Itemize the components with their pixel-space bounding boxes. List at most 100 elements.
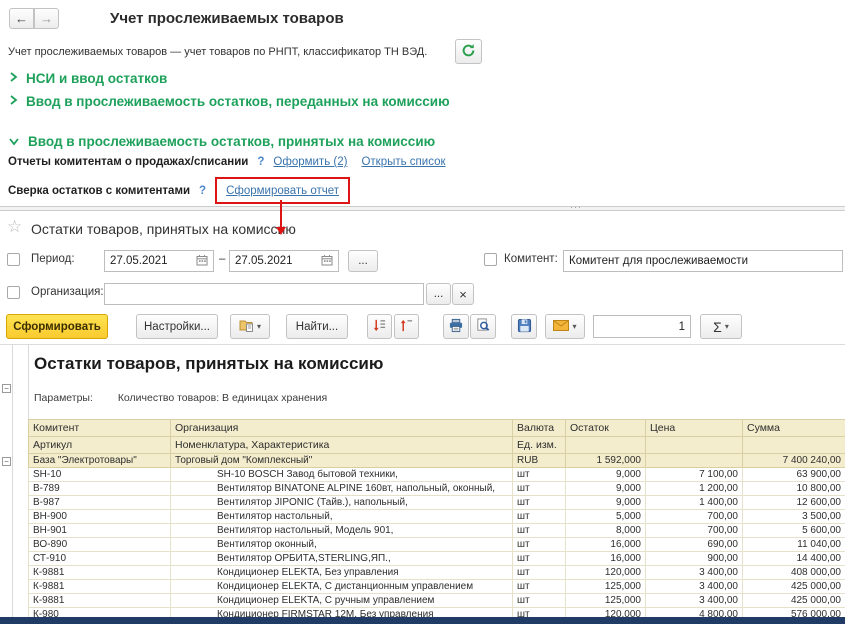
chevron-right-icon [8, 71, 18, 86]
oformit-link[interactable]: Оформить (2) [273, 156, 347, 168]
organization-input[interactable] [104, 283, 424, 305]
period-more-button[interactable]: ... [348, 250, 378, 272]
table-row-6-cell-4: 900,00 [645, 551, 743, 566]
table-row-8-cell-4: 3 400,00 [645, 579, 743, 594]
table-row-3[interactable]: ВН-900 Вентилятор настольный, шт 5,000 700,0… [28, 509, 845, 524]
table-row-1[interactable]: В-789 Вентилятор BINATONE ALPINE 160вт, н… [28, 481, 845, 496]
settings-button[interactable]: Настройки... [136, 314, 218, 339]
table-row-0[interactable]: SH-10 SH-10 BOSCH Завод бытовой техники, ш… [28, 467, 845, 482]
forward-button[interactable]: → [34, 8, 59, 29]
table-row-7-cell-5: 408 000,00 [742, 565, 845, 580]
table-header-row-1: Комитент Организация Валюта Остаток Цена… [28, 419, 845, 437]
header-balance[interactable]: Остаток [565, 419, 646, 437]
collapse-group-toggle[interactable]: − [2, 457, 11, 466]
table-row-5-cell-4: 690,00 [645, 537, 743, 552]
window-splitter[interactable] [0, 206, 845, 211]
organization-select-button[interactable]: ... [426, 283, 451, 305]
komitent-value: Комитент для прослеживаемости [569, 255, 748, 267]
header-komitent[interactable]: Комитент [28, 419, 171, 437]
table-row-5-cell-5: 11 040,00 [742, 537, 845, 552]
back-button[interactable]: ← [9, 8, 34, 29]
table-row-9[interactable]: К-9881 Кондиционер ELEKTA, С ручным управ… [28, 593, 845, 608]
table-group-row-cell-1: Торговый дом "Комплексный" [170, 453, 513, 468]
organization-clear-button[interactable]: × [452, 283, 474, 305]
table-row-2-cell-1: Вентилятор JIPONIC (Тайв.), напольный, [170, 495, 513, 510]
calendar-icon[interactable] [196, 254, 208, 269]
table-row-8-cell-3: 125,000 [565, 579, 646, 594]
help-icon[interactable]: ? [199, 185, 206, 197]
table-row-3-cell-2: шт [512, 509, 566, 524]
table-group-row-cell-0: База "Электротовары" [28, 453, 171, 468]
table-row-1-cell-4: 1 200,00 [645, 481, 743, 496]
collapse-groups-button[interactable] [394, 314, 419, 339]
period-to-input[interactable]: 27.05.2021 [229, 250, 339, 272]
table-row-2-cell-0: В-987 [28, 495, 171, 510]
table-row-6[interactable]: СТ-910 Вентилятор ОРБИТА,STERLING,ЯП., шт 1… [28, 551, 845, 566]
chevron-right-icon [8, 94, 18, 109]
header-unit[interactable]: Ед. изм. [512, 436, 566, 454]
header-nomenclature[interactable]: Номенклатура, Характеристика [170, 436, 513, 454]
komitent-checkbox[interactable] [484, 253, 497, 266]
section-prinyatyh[interactable]: Ввод в прослеживаемость остатков, принят… [8, 133, 435, 150]
period-from-input[interactable]: 27.05.2021 [104, 250, 214, 272]
table-row-3-cell-3: 5,000 [565, 509, 646, 524]
page-number-input[interactable]: 1 [593, 315, 691, 338]
dropdown-arrow-icon: ▾ [724, 322, 729, 331]
table-row-0-cell-5: 63 900,00 [742, 467, 845, 482]
open-list-link[interactable]: Открыть список [361, 156, 445, 168]
ellipsis-label: ... [358, 255, 368, 267]
history-nav: ← → [9, 8, 59, 29]
table-row-7-cell-0: К-9881 [28, 565, 171, 580]
generate-button[interactable]: Сформировать [6, 314, 108, 339]
splitter-handle-dots[interactable]: ··· [570, 202, 582, 212]
table-row-7[interactable]: К-9881 Кондиционер ELEKTA, Без управления… [28, 565, 845, 580]
table-group-row-cell-5: 7 400 240,00 [742, 453, 845, 468]
table-row-4[interactable]: ВН-901 Вентилятор настольный, Модель 901,… [28, 523, 845, 538]
report-variants-button[interactable]: ▾ [230, 314, 270, 339]
dropdown-arrow-icon: ▾ [572, 322, 577, 331]
section-nsi[interactable]: НСИ и ввод остатков [8, 70, 167, 87]
header-sum[interactable]: Сумма [742, 419, 845, 437]
header-organization[interactable]: Организация [170, 419, 513, 437]
table-row-4-cell-4: 700,00 [645, 523, 743, 538]
send-mail-button[interactable]: ▾ [545, 314, 585, 339]
table-row-6-cell-2: шт [512, 551, 566, 566]
expand-groups-button[interactable] [367, 314, 392, 339]
report-body: − − Остатки товаров, принятых на комисси… [0, 344, 845, 622]
help-icon[interactable]: ? [257, 156, 264, 168]
period-checkbox[interactable] [7, 253, 20, 266]
report-table-body: Комитент Организация Валюта Остаток Цена… [28, 419, 845, 622]
header-article[interactable]: Артикул [28, 436, 171, 454]
header-empty [645, 436, 743, 454]
calendar-icon[interactable] [321, 254, 333, 269]
table-row-4-cell-2: шт [512, 523, 566, 538]
print-preview-button[interactable] [470, 314, 496, 339]
print-button[interactable] [443, 314, 469, 339]
table-row-0-cell-2: шт [512, 467, 566, 482]
collapse-section-toggle[interactable]: − [2, 384, 11, 393]
favorite-star-icon[interactable]: ☆ [7, 217, 22, 237]
table-row-1-cell-1: Вентилятор BINATONE ALPINE 160вт, наполь… [170, 481, 513, 496]
organization-checkbox[interactable] [7, 286, 20, 299]
komitent-input[interactable]: Комитент для прослеживаемости [563, 250, 843, 272]
section-peredannyh[interactable]: Ввод в прослеживаемость остатков, переда… [8, 93, 450, 110]
save-button[interactable] [511, 314, 537, 339]
table-row-8[interactable]: К-9881 Кондиционер ELEKTA, С дистанционны… [28, 579, 845, 594]
back-icon: ← [15, 11, 28, 26]
header-currency[interactable]: Валюта [512, 419, 566, 437]
generate-report-link[interactable]: Сформировать отчет [226, 185, 339, 197]
table-row-5[interactable]: ВО-890 Вентилятор оконный, шт 16,000 690,00 1… [28, 537, 845, 552]
find-button[interactable]: Найти... [286, 314, 348, 339]
table-group-row[interactable]: База "Электротовары" Торговый дом "Компле… [28, 453, 845, 468]
chevron-down-icon [8, 134, 20, 149]
header-price[interactable]: Цена [645, 419, 743, 437]
grouping-rail-line [12, 345, 13, 618]
report-table: Комитент Организация Валюта Остаток Цена… [28, 419, 845, 622]
dropdown-arrow-icon: ▾ [256, 322, 261, 331]
table-row-2[interactable]: В-987 Вентилятор JIPONIC (Тайв.), напольн… [28, 495, 845, 510]
sum-button[interactable]: Σ ▾ [700, 314, 742, 339]
refresh-button[interactable] [455, 39, 482, 64]
expand-groups-icon [372, 318, 387, 336]
table-row-2-cell-2: шт [512, 495, 566, 510]
table-row-9-cell-0: К-9881 [28, 593, 171, 608]
